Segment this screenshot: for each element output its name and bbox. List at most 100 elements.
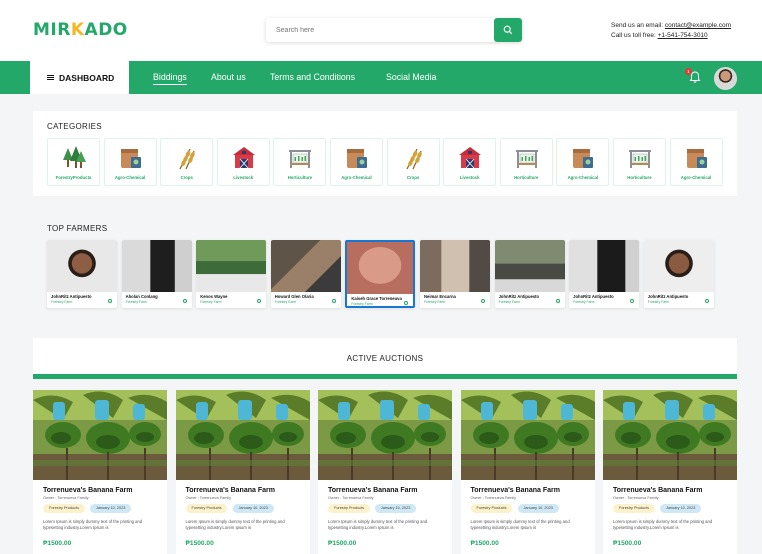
farmer-card[interactable]: Kaiseh Grace Torreneuva Forestry Farm [345,240,416,308]
farmer-name: Kaiseh Grace Torreneuva [351,296,402,301]
user-avatar[interactable] [714,67,737,90]
farmer-photo [196,240,267,292]
category-tag: Forestry Products [328,504,370,513]
brand-logo[interactable]: MIRKADO [33,20,128,40]
auction-image [33,390,167,480]
farmer-subtitle: Forestry Farm [274,300,297,304]
auction-card[interactable]: Torrenueva's Banana Farm Owner : Torrenue… [33,390,167,554]
category-label: Livestock [459,175,480,180]
auction-description: Lorem Ipsum is simply dummy text of the … [470,519,570,530]
category-card[interactable]: Horticulture [499,138,553,186]
auction-price: ₱1500.00 [43,540,72,547]
farmer-subtitle: Forestry Farm [573,300,595,304]
category-card[interactable]: Livestock [216,138,270,186]
farmer-photo [494,240,565,292]
category-card[interactable]: Agro-Chemical [329,138,383,186]
farmer-photo [643,240,714,292]
category-card[interactable]: Agro-Chemical [669,138,723,186]
farmer-card[interactable]: JohnRitz Antipuesto Forestry Farm [643,240,714,308]
auction-description: Lorem Ipsum is simply dummy text of the … [328,519,428,530]
date-tag: January 10, 2023 [517,504,559,513]
date-tag: January 10, 2023 [660,504,702,513]
auction-description: Lorem Ipsum is simply dummy text of the … [185,519,285,530]
category-label: Crops [406,175,420,180]
farmer-name: Aholan Conlang [125,294,158,299]
category-label: Horticulture [514,175,539,180]
category-label: Agro-Chemical [567,175,599,180]
phone-label: Call us toll free: [611,32,658,39]
verified-icon [182,299,187,303]
auction-image [175,390,310,480]
farmer-name: JohnRitz Antipuesto [498,294,540,299]
dashboard-button[interactable]: DASHBOARD [30,61,129,94]
auction-owner: Owner : Torrenueva Family [43,496,89,500]
top-header: MIRKADO Send us an email: contact@exampl… [0,0,762,61]
auction-image [603,390,737,480]
auction-card[interactable]: Torrenueva's Banana Farm Owner : Torrenue… [318,390,452,554]
category-label: Agro-Chemical [114,175,146,180]
nav-social-media[interactable]: Social Media [386,72,436,82]
phone-link[interactable]: +1-541-754-3010 [658,32,708,39]
top-farmers-panel: TOP FARMERS JohnRitz Antipuesto Forestry … [33,213,737,313]
category-card[interactable]: Agro-Chemical [103,138,157,186]
farmer-card[interactable]: JohnRitz Antipuesto Forestry Farm [569,240,640,308]
category-label: Crops [180,175,193,180]
search-input[interactable] [266,18,486,42]
category-label: ForestryProducts [55,175,92,180]
auction-image [318,390,452,480]
category-tag: Forestry Products [613,504,655,513]
verified-icon [257,299,262,303]
nav-biddings[interactable]: Biddings [153,72,187,85]
category-tag: Forestry Products [185,504,228,513]
contact-info: Send us an email: contact@example.com Ca… [611,21,731,41]
search-button[interactable] [494,18,522,42]
category-card[interactable]: ForestryProducts [47,138,100,186]
nav-about-us[interactable]: About us [211,72,246,82]
auction-card[interactable]: Torrenueva's Banana Farm Owner : Torrenue… [460,390,595,554]
auction-divider [33,374,737,379]
category-card[interactable]: Crops [160,138,214,186]
category-label: Horticulture [627,175,652,180]
nav-terms[interactable]: Terms and Conditions [270,72,355,82]
farmer-card[interactable]: JohnRitz Antipuesto Forestry Farm [47,240,117,308]
categories-panel: CATEGORIES ForestryProducts Agro-Chemical… [33,111,737,196]
category-card[interactable]: Livestock [443,138,497,186]
category-card[interactable]: Horticulture [612,138,666,186]
farmer-name: JohnRitz Antipuesto [573,294,614,299]
auction-card[interactable]: Torrenueva's Banana Farm Owner : Torrenue… [603,390,737,554]
farmer-name: Neimar Encarna [423,294,456,299]
auction-owner: Owner : Torrenueva Family [328,496,374,500]
farmers-list: JohnRitz Antipuesto Forestry Farm Aholan C… [47,240,714,308]
farmer-card[interactable]: Neimar Encarna Forestry Farm [419,240,490,308]
farmer-photo [569,240,640,292]
farmer-name: Kenos Wayne [200,294,228,299]
farmer-photo [121,240,192,292]
auction-owner: Owner : Torrenueva Family [613,496,659,500]
verified-icon [108,299,112,303]
farmer-photo [419,240,490,292]
dashboard-label: DASHBOARD [59,72,115,83]
category-label: Agro-Chemical [680,175,712,180]
category-card[interactable]: Crops [386,138,440,186]
main-nav: DASHBOARD Biddings About us Terms and Co… [0,61,762,94]
farmer-card[interactable]: Howard Glen Olaria Forestry Farm [270,240,341,308]
farmer-card[interactable]: Kenos Wayne Forestry Farm [196,240,267,308]
auction-title: Torrenueva's Banana Farm [613,487,703,494]
farmer-photo [347,242,414,294]
category-card[interactable]: Horticulture [273,138,327,186]
logo-text-2: K [70,20,85,40]
farmer-card[interactable]: Aholan Conlang Forestry Farm [121,240,192,308]
verified-icon [404,301,409,305]
auction-card[interactable]: Torrenueva's Banana Farm Owner : Torrenue… [175,390,310,554]
category-tag: Forestry Products [43,504,85,513]
farmer-subtitle: Forestry Farm [351,302,373,306]
email-link[interactable]: contact@example.com [665,22,731,29]
farmer-card[interactable]: JohnRitz Antipuesto Forestry Farm [494,240,565,308]
farmer-name: JohnRitz Antipuesto [647,294,689,299]
auction-title: Torrenueva's Banana Farm [470,487,560,494]
category-label: Livestock [233,175,254,180]
auction-title: Torrenueva's Banana Farm [185,487,275,494]
auction-price: ₱1500.00 [185,540,214,547]
auctions-list: Torrenueva's Banana Farm Owner : Torrenue… [33,390,737,554]
category-card[interactable]: Agro-Chemical [556,138,610,186]
